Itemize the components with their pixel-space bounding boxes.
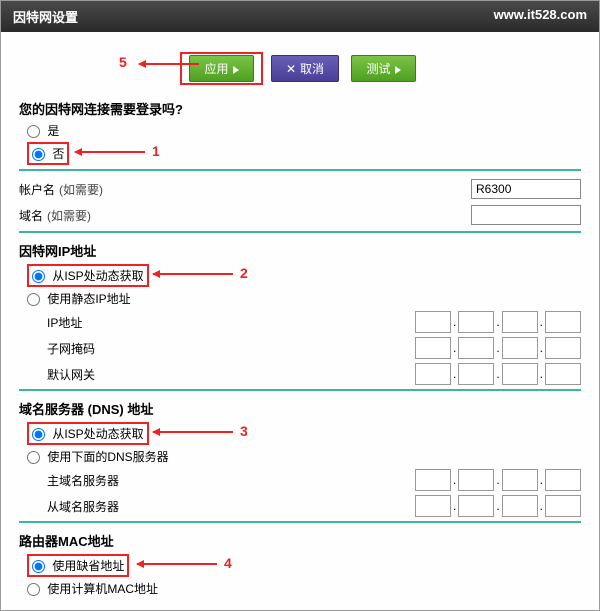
radio-no-label: 否 (52, 147, 64, 161)
triangle-icon (395, 66, 401, 74)
account-input[interactable] (471, 179, 581, 199)
arrow-4 (137, 563, 217, 565)
account-note: (如需要) (59, 183, 103, 197)
window-title: 因特网设置 (13, 7, 78, 26)
radio-yes-row: 是 (27, 122, 581, 139)
ip-dynamic-row: 从ISP处动态获取 2 (27, 264, 581, 287)
apply-label: 应用 (204, 62, 228, 76)
dns-primary-input[interactable]: ... (415, 469, 581, 491)
arrow-3 (153, 431, 233, 433)
annotation-2: 2 (240, 265, 248, 281)
ip-addr-input[interactable]: ... (415, 311, 581, 333)
test-label: 测试 (366, 62, 390, 76)
domain-input[interactable] (471, 205, 581, 225)
cancel-button[interactable]: ✕ 取消 (271, 55, 339, 82)
mac-pc-row: 使用计算机MAC地址 (27, 580, 581, 597)
gateway-input[interactable]: ... (415, 363, 581, 385)
arrow-1 (75, 151, 145, 153)
dns-manual-row: 使用下面的DNS服务器 (27, 448, 581, 465)
highlight-no: 否 (27, 142, 69, 165)
radio-mac-pc[interactable] (27, 583, 40, 596)
radio-no-row: 否 1 (27, 142, 581, 165)
mac-default-label: 使用缺省地址 (52, 559, 124, 573)
account-label: 帐户名 (19, 183, 55, 197)
content-area: 5 应用 ✕ 取消 测试 您的因特网连接需要登录吗? 是 否 1 帐户名 (如需要) (1, 32, 599, 610)
annotation-4: 4 (224, 555, 232, 571)
dns-title: 域名服务器 (DNS) 地址 (19, 399, 581, 418)
x-icon: ✕ (286, 62, 296, 76)
radio-dns-manual[interactable] (27, 451, 40, 464)
test-button[interactable]: 测试 (351, 55, 415, 82)
gateway-label: 默认网关 (47, 366, 207, 383)
highlight-dns-dynamic: 从ISP处动态获取 (27, 422, 149, 445)
highlight-mac-default: 使用缺省地址 (27, 554, 129, 577)
radio-ip-static[interactable] (27, 293, 40, 306)
domain-note: (如需要) (47, 209, 91, 223)
radio-no[interactable] (32, 148, 45, 161)
subnet-label: 子网掩码 (47, 340, 207, 357)
watermark: www.it528.com (494, 7, 587, 26)
arrow-2 (153, 273, 233, 275)
ip-static-row: 使用静态IP地址 (27, 290, 581, 307)
login-question: 您的因特网连接需要登录吗? (19, 99, 581, 118)
button-row: 5 应用 ✕ 取消 测试 (19, 52, 581, 85)
divider (19, 169, 581, 171)
title-bar: 因特网设置 www.it528.com (1, 1, 599, 32)
triangle-icon (233, 66, 239, 74)
ip-dynamic-label: 从ISP处动态获取 (52, 269, 143, 283)
domain-row: 域名 (如需要) (19, 205, 581, 225)
divider (19, 389, 581, 391)
dns-dynamic-row: 从ISP处动态获取 3 (27, 422, 581, 445)
ip-title: 因特网IP地址 (19, 241, 581, 260)
dns-secondary-input[interactable]: ... (415, 495, 581, 517)
dns-dynamic-label: 从ISP处动态获取 (52, 427, 143, 441)
domain-label: 域名 (19, 209, 43, 223)
mac-pc-label: 使用计算机MAC地址 (47, 582, 158, 596)
mac-title: 路由器MAC地址 (19, 531, 581, 550)
annotation-3: 3 (240, 423, 248, 439)
divider (19, 231, 581, 233)
ip-addr-label: IP地址 (47, 314, 207, 331)
account-row: 帐户名 (如需要) (19, 179, 581, 199)
annotation-5: 5 (119, 54, 127, 70)
radio-yes-label: 是 (47, 124, 59, 138)
highlight-ip-dynamic: 从ISP处动态获取 (27, 264, 149, 287)
dns-primary-label: 主域名服务器 (47, 472, 207, 489)
radio-yes[interactable] (27, 125, 40, 138)
cancel-label: 取消 (300, 62, 324, 76)
radio-dns-dynamic[interactable] (32, 428, 45, 441)
radio-mac-default[interactable] (32, 560, 45, 573)
divider (19, 521, 581, 523)
mac-default-row: 使用缺省地址 4 (27, 554, 581, 577)
radio-ip-dynamic[interactable] (32, 270, 45, 283)
subnet-input[interactable]: ... (415, 337, 581, 359)
ip-static-label: 使用静态IP地址 (47, 292, 130, 306)
apply-button[interactable]: 应用 (189, 55, 253, 82)
annotation-1: 1 (152, 143, 160, 159)
dns-manual-label: 使用下面的DNS服务器 (47, 450, 168, 464)
highlight-apply: 应用 (180, 52, 262, 85)
dns-secondary-label: 从域名服务器 (47, 498, 207, 515)
